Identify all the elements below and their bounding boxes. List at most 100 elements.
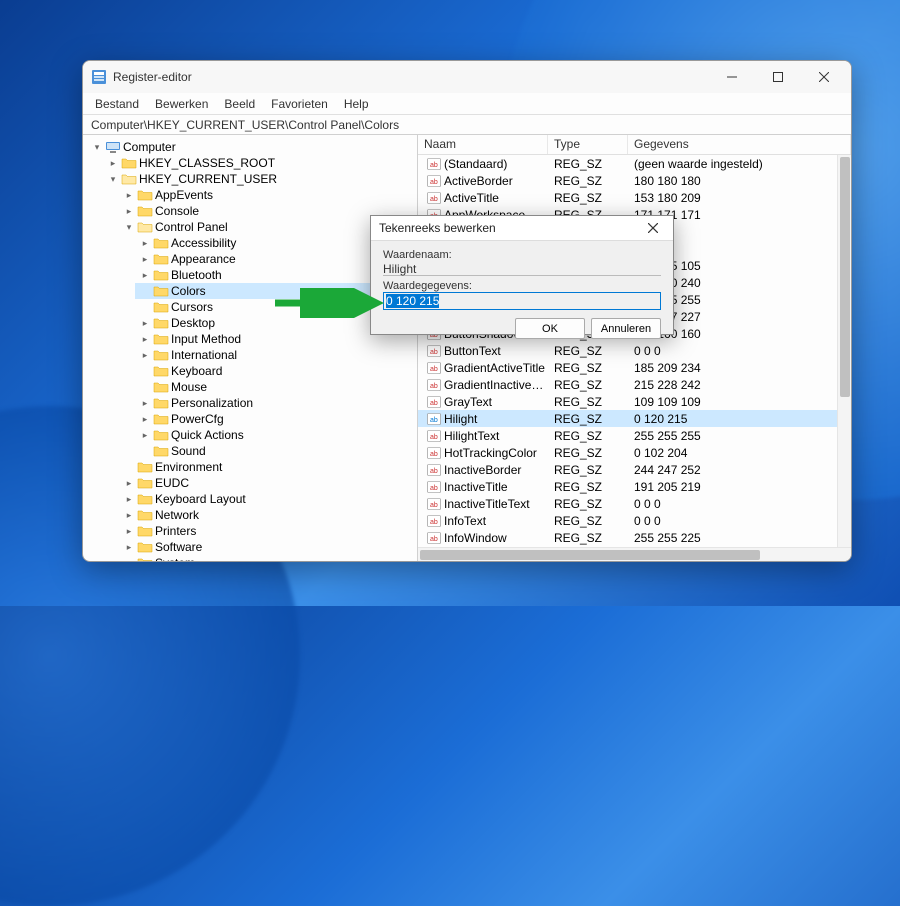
- value-data-input[interactable]: 0 120 215: [383, 292, 661, 310]
- value-name: ButtonText: [444, 344, 501, 358]
- header-type[interactable]: Type: [548, 135, 628, 154]
- table-row[interactable]: abGradientInactive…REG_SZ215 228 242: [418, 376, 851, 393]
- folder-icon: [121, 155, 137, 171]
- chevron-none: [139, 365, 151, 377]
- table-row[interactable]: abHilightTextREG_SZ255 255 255: [418, 427, 851, 444]
- folder-icon: [153, 427, 169, 443]
- tree-item-label: Desktop: [171, 316, 215, 330]
- tree-panel[interactable]: ▾ Computer ▸HKEY_CLASSES_ROOT▾HKEY_CURRE…: [83, 135, 418, 561]
- chevron-right-icon[interactable]: ▸: [139, 333, 151, 345]
- table-row[interactable]: abInactiveTitleTextREG_SZ0 0 0: [418, 495, 851, 512]
- tree-item[interactable]: ▸HKEY_CLASSES_ROOT: [103, 155, 417, 171]
- vertical-scrollbar[interactable]: [837, 155, 851, 547]
- menu-favorieten[interactable]: Favorieten: [263, 95, 336, 113]
- ok-button[interactable]: OK: [515, 318, 585, 339]
- folder-icon: [137, 523, 153, 539]
- table-row[interactable]: abInfoWindowREG_SZ255 255 225: [418, 529, 851, 546]
- svg-text:ab: ab: [430, 162, 438, 169]
- tree-item[interactable]: Environment: [119, 459, 417, 475]
- menu-beeld[interactable]: Beeld: [216, 95, 263, 113]
- table-row[interactable]: ab(Standaard)REG_SZ(geen waarde ingestel…: [418, 155, 851, 172]
- chevron-right-icon[interactable]: ▸: [139, 397, 151, 409]
- menu-bestand[interactable]: Bestand: [87, 95, 147, 113]
- menu-bewerken[interactable]: Bewerken: [147, 95, 216, 113]
- tree-item[interactable]: ▸EUDC: [119, 475, 417, 491]
- menu-help[interactable]: Help: [336, 95, 377, 113]
- chevron-right-icon[interactable]: ▸: [107, 157, 119, 169]
- value-data-label: Waardegegevens:: [383, 280, 661, 292]
- tree-item[interactable]: ▸PowerCfg: [135, 411, 417, 427]
- value-list[interactable]: ab(Standaard)REG_SZ(geen waarde ingestel…: [418, 155, 851, 547]
- chevron-right-icon[interactable]: ▸: [123, 525, 135, 537]
- dialog-close-button[interactable]: [641, 216, 665, 240]
- table-row[interactable]: abGradientActiveTitleREG_SZ185 209 234: [418, 359, 851, 376]
- titlebar[interactable]: Register-editor: [83, 61, 851, 93]
- chevron-right-icon[interactable]: ▸: [139, 269, 151, 281]
- chevron-right-icon[interactable]: ▸: [123, 541, 135, 553]
- tree-item[interactable]: Sound: [135, 443, 417, 459]
- chevron-right-icon[interactable]: ▸: [139, 429, 151, 441]
- cancel-button[interactable]: Annuleren: [591, 318, 661, 339]
- chevron-right-icon[interactable]: ▸: [123, 189, 135, 201]
- header-data[interactable]: Gegevens: [628, 135, 851, 154]
- chevron-right-icon[interactable]: ▸: [123, 477, 135, 489]
- table-row[interactable]: abActiveBorderREG_SZ180 180 180: [418, 172, 851, 189]
- tree-item-label: International: [171, 348, 237, 362]
- scrollbar-thumb[interactable]: [840, 157, 850, 397]
- minimize-button[interactable]: [709, 61, 755, 93]
- tree-item-label: Personalization: [171, 396, 253, 410]
- value-data: 215 228 242: [628, 378, 851, 392]
- table-row[interactable]: abInfoTextREG_SZ0 0 0: [418, 512, 851, 529]
- table-row[interactable]: abGrayTextREG_SZ109 109 109: [418, 393, 851, 410]
- window-title: Register-editor: [113, 70, 709, 84]
- tree-item-label: Console: [155, 204, 199, 218]
- tree-root[interactable]: ▾ Computer: [87, 139, 417, 155]
- value-data: 0 0 0: [628, 344, 851, 358]
- tree-item[interactable]: Keyboard: [135, 363, 417, 379]
- tree-item[interactable]: ▸Network: [119, 507, 417, 523]
- chevron-down-icon[interactable]: ▾: [107, 173, 119, 185]
- table-row[interactable]: abInactiveBorderREG_SZ244 247 252: [418, 461, 851, 478]
- chevron-right-icon[interactable]: ▸: [123, 493, 135, 505]
- chevron-down-icon[interactable]: ▾: [91, 141, 103, 153]
- tree-item[interactable]: ▾HKEY_CURRENT_USER: [103, 171, 417, 187]
- tree-item[interactable]: ▸Quick Actions: [135, 427, 417, 443]
- folder-icon: [153, 363, 169, 379]
- tree-item[interactable]: ▸Keyboard Layout: [119, 491, 417, 507]
- value-data: 185 209 234: [628, 361, 851, 375]
- table-row[interactable]: abHilightREG_SZ0 120 215: [418, 410, 851, 427]
- svg-text:ab: ab: [430, 468, 438, 475]
- address-bar[interactable]: Computer\HKEY_CURRENT_USER\Control Panel…: [83, 115, 851, 135]
- table-row[interactable]: abActiveTitleREG_SZ153 180 209: [418, 189, 851, 206]
- tree-item[interactable]: Mouse: [135, 379, 417, 395]
- chevron-right-icon[interactable]: ▸: [123, 205, 135, 217]
- chevron-right-icon[interactable]: ▸: [139, 413, 151, 425]
- svg-text:ab: ab: [430, 400, 438, 407]
- chevron-right-icon[interactable]: ▸: [123, 509, 135, 521]
- scrollbar-thumb[interactable]: [420, 550, 760, 560]
- value-header[interactable]: Naam Type Gegevens: [418, 135, 851, 155]
- table-row[interactable]: abInactiveTitleREG_SZ191 205 219: [418, 478, 851, 495]
- horizontal-scrollbar[interactable]: [418, 547, 851, 561]
- tree-item[interactable]: ▸Software: [119, 539, 417, 555]
- maximize-button[interactable]: [755, 61, 801, 93]
- tree-item[interactable]: ▸ Personalization: [135, 395, 417, 411]
- dialog-titlebar[interactable]: Tekenreeks bewerken: [371, 216, 673, 241]
- tree-item[interactable]: ▸System: [119, 555, 417, 561]
- tree-item[interactable]: ▸Printers: [119, 523, 417, 539]
- header-name[interactable]: Naam: [418, 135, 548, 154]
- chevron-right-icon[interactable]: ▸: [123, 557, 135, 561]
- close-button[interactable]: [801, 61, 847, 93]
- chevron-right-icon[interactable]: ▸: [139, 253, 151, 265]
- chevron-right-icon[interactable]: ▸: [139, 317, 151, 329]
- tree-item[interactable]: ▸AppEvents: [119, 187, 417, 203]
- tree-item-label: Sound: [171, 444, 206, 458]
- chevron-right-icon[interactable]: ▸: [139, 237, 151, 249]
- tree-item[interactable]: ▸ International: [135, 347, 417, 363]
- table-row[interactable]: abHotTrackingColorREG_SZ0 102 204: [418, 444, 851, 461]
- tree-item-label: Keyboard: [171, 364, 222, 378]
- chevron-down-icon[interactable]: ▾: [123, 221, 135, 233]
- svg-text:ab: ab: [430, 485, 438, 492]
- chevron-right-icon[interactable]: ▸: [139, 349, 151, 361]
- value-type: REG_SZ: [548, 463, 628, 477]
